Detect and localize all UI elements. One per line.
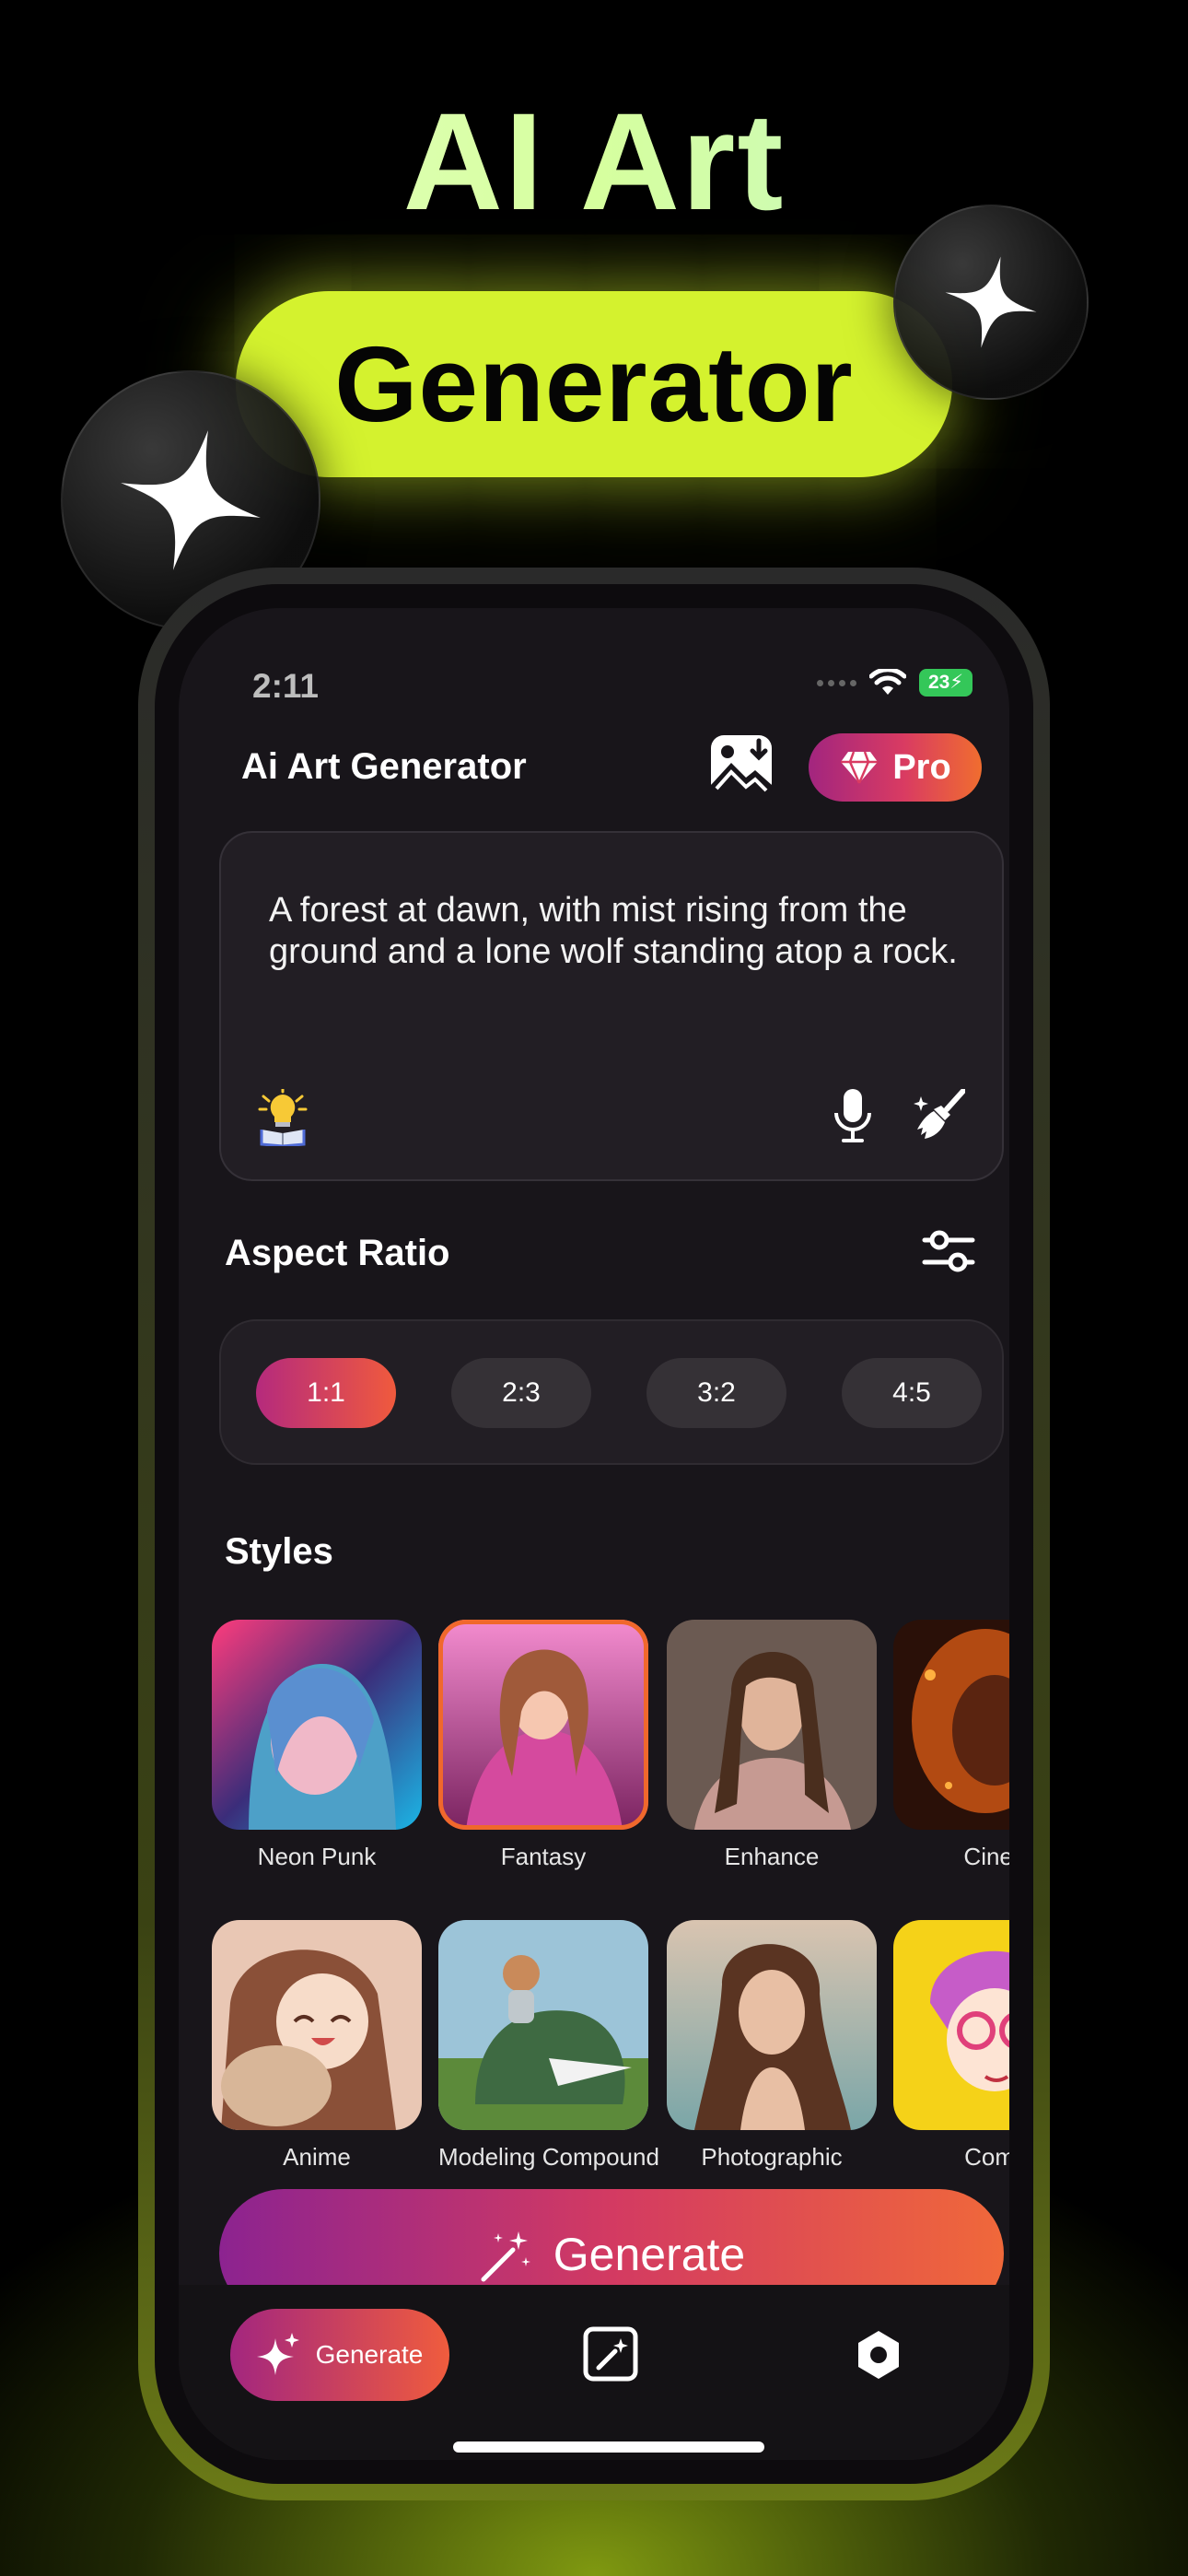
- battery-level: 23: [927, 672, 950, 693]
- ratio-option-3-2[interactable]: 3:2: [646, 1358, 786, 1428]
- hero-subtitle: Generator: [334, 324, 854, 444]
- style-card-neon-punk[interactable]: Neon Punk: [212, 1620, 422, 1871]
- magic-wand-icon: [481, 2231, 530, 2282]
- style-label: Neon Punk: [257, 1843, 377, 1870]
- style-label: Comic: [964, 2143, 1009, 2171]
- ratio-option-1-1[interactable]: 1:1: [256, 1358, 396, 1428]
- style-thumbnail: [667, 1620, 877, 1830]
- settings-hexagon-icon[interactable]: [851, 2327, 906, 2383]
- style-thumbnail: [438, 1620, 648, 1830]
- style-card-modeling-compound[interactable]: Modeling Compound: [438, 1920, 659, 2172]
- aspect-ratio-selector: 1:1 2:3 3:2 4:5: [219, 1319, 1004, 1465]
- prompt-text[interactable]: A forest at dawn, with mist rising from …: [269, 890, 969, 973]
- hero-subtitle-pill: Generator: [236, 291, 952, 477]
- status-indicators: 23⚡: [817, 669, 973, 697]
- style-card-anime[interactable]: Anime: [212, 1920, 422, 2172]
- phone-bezel: 2:11 23⚡ Ai Art Generator Pro A forest a…: [155, 584, 1033, 2484]
- style-thumbnail: [438, 1920, 648, 2130]
- idea-bulb-icon[interactable]: [256, 1089, 309, 1146]
- app-screen: 2:11 23⚡ Ai Art Generator Pro A forest a…: [179, 608, 1009, 2460]
- pro-button[interactable]: Pro: [809, 733, 982, 802]
- nav-generate-label: Generate: [315, 2340, 424, 2369]
- style-thumbnail: [212, 1620, 422, 1830]
- style-card-cinematic[interactable]: Cinem: [893, 1620, 1009, 1871]
- ratio-option-2-3[interactable]: 2:3: [451, 1358, 591, 1428]
- style-card-enhance[interactable]: Enhance: [667, 1620, 877, 1871]
- style-thumbnail: [667, 1920, 877, 2130]
- ratio-option-4-5[interactable]: 4:5: [842, 1358, 982, 1428]
- battery-charging-icon: 23⚡: [919, 669, 973, 697]
- app-title: Ai Art Generator: [241, 746, 527, 787]
- style-label: Anime: [283, 2143, 351, 2171]
- prompt-input[interactable]: A forest at dawn, with mist rising from …: [219, 831, 1004, 1181]
- styles-row: Neon Punk Fantasy Enhance Cine: [212, 1620, 1009, 1914]
- clear-brush-icon[interactable]: [914, 1089, 965, 1141]
- diamond-icon: [841, 751, 879, 784]
- magic-wand-icon[interactable]: [582, 2325, 639, 2383]
- style-label: Fantasy: [500, 1843, 587, 1870]
- wifi-icon: [869, 669, 906, 695]
- style-thumbnail: [212, 1920, 422, 2130]
- style-label: Photographic: [701, 2143, 843, 2171]
- style-card-photographic[interactable]: Photographic: [667, 1920, 877, 2172]
- style-thumbnail: [893, 1920, 1009, 2130]
- style-thumbnail: [893, 1620, 1009, 1830]
- sparkles-icon: [256, 2333, 299, 2375]
- style-label: Enhance: [724, 1843, 820, 1870]
- microphone-icon[interactable]: [833, 1087, 873, 1144]
- status-time: 2:11: [252, 667, 320, 705]
- gallery-download-icon[interactable]: [707, 732, 775, 800]
- styles-title: Styles: [225, 1531, 333, 1572]
- home-indicator: [453, 2441, 764, 2453]
- style-card-comic[interactable]: Comic: [893, 1920, 1009, 2172]
- bottom-nav: Generate: [179, 2285, 1009, 2460]
- styles-row: Anime Modeling Compound Photographic Com: [212, 1920, 1009, 2215]
- nav-tab-generate[interactable]: Generate: [230, 2309, 449, 2401]
- sliders-icon[interactable]: [921, 1224, 976, 1279]
- style-label: Cinem: [963, 1843, 1009, 1870]
- style-card-fantasy[interactable]: Fantasy: [438, 1620, 648, 1871]
- signal-dots-icon: [817, 679, 856, 686]
- sparkle-star-icon: [893, 205, 1089, 400]
- pro-label: Pro: [892, 747, 951, 787]
- style-label: Modeling Compound: [438, 2143, 659, 2171]
- phone-frame: 2:11 23⚡ Ai Art Generator Pro A forest a…: [138, 568, 1050, 2500]
- aspect-ratio-title: Aspect Ratio: [225, 1233, 450, 1273]
- generate-label: Generate: [553, 2229, 746, 2280]
